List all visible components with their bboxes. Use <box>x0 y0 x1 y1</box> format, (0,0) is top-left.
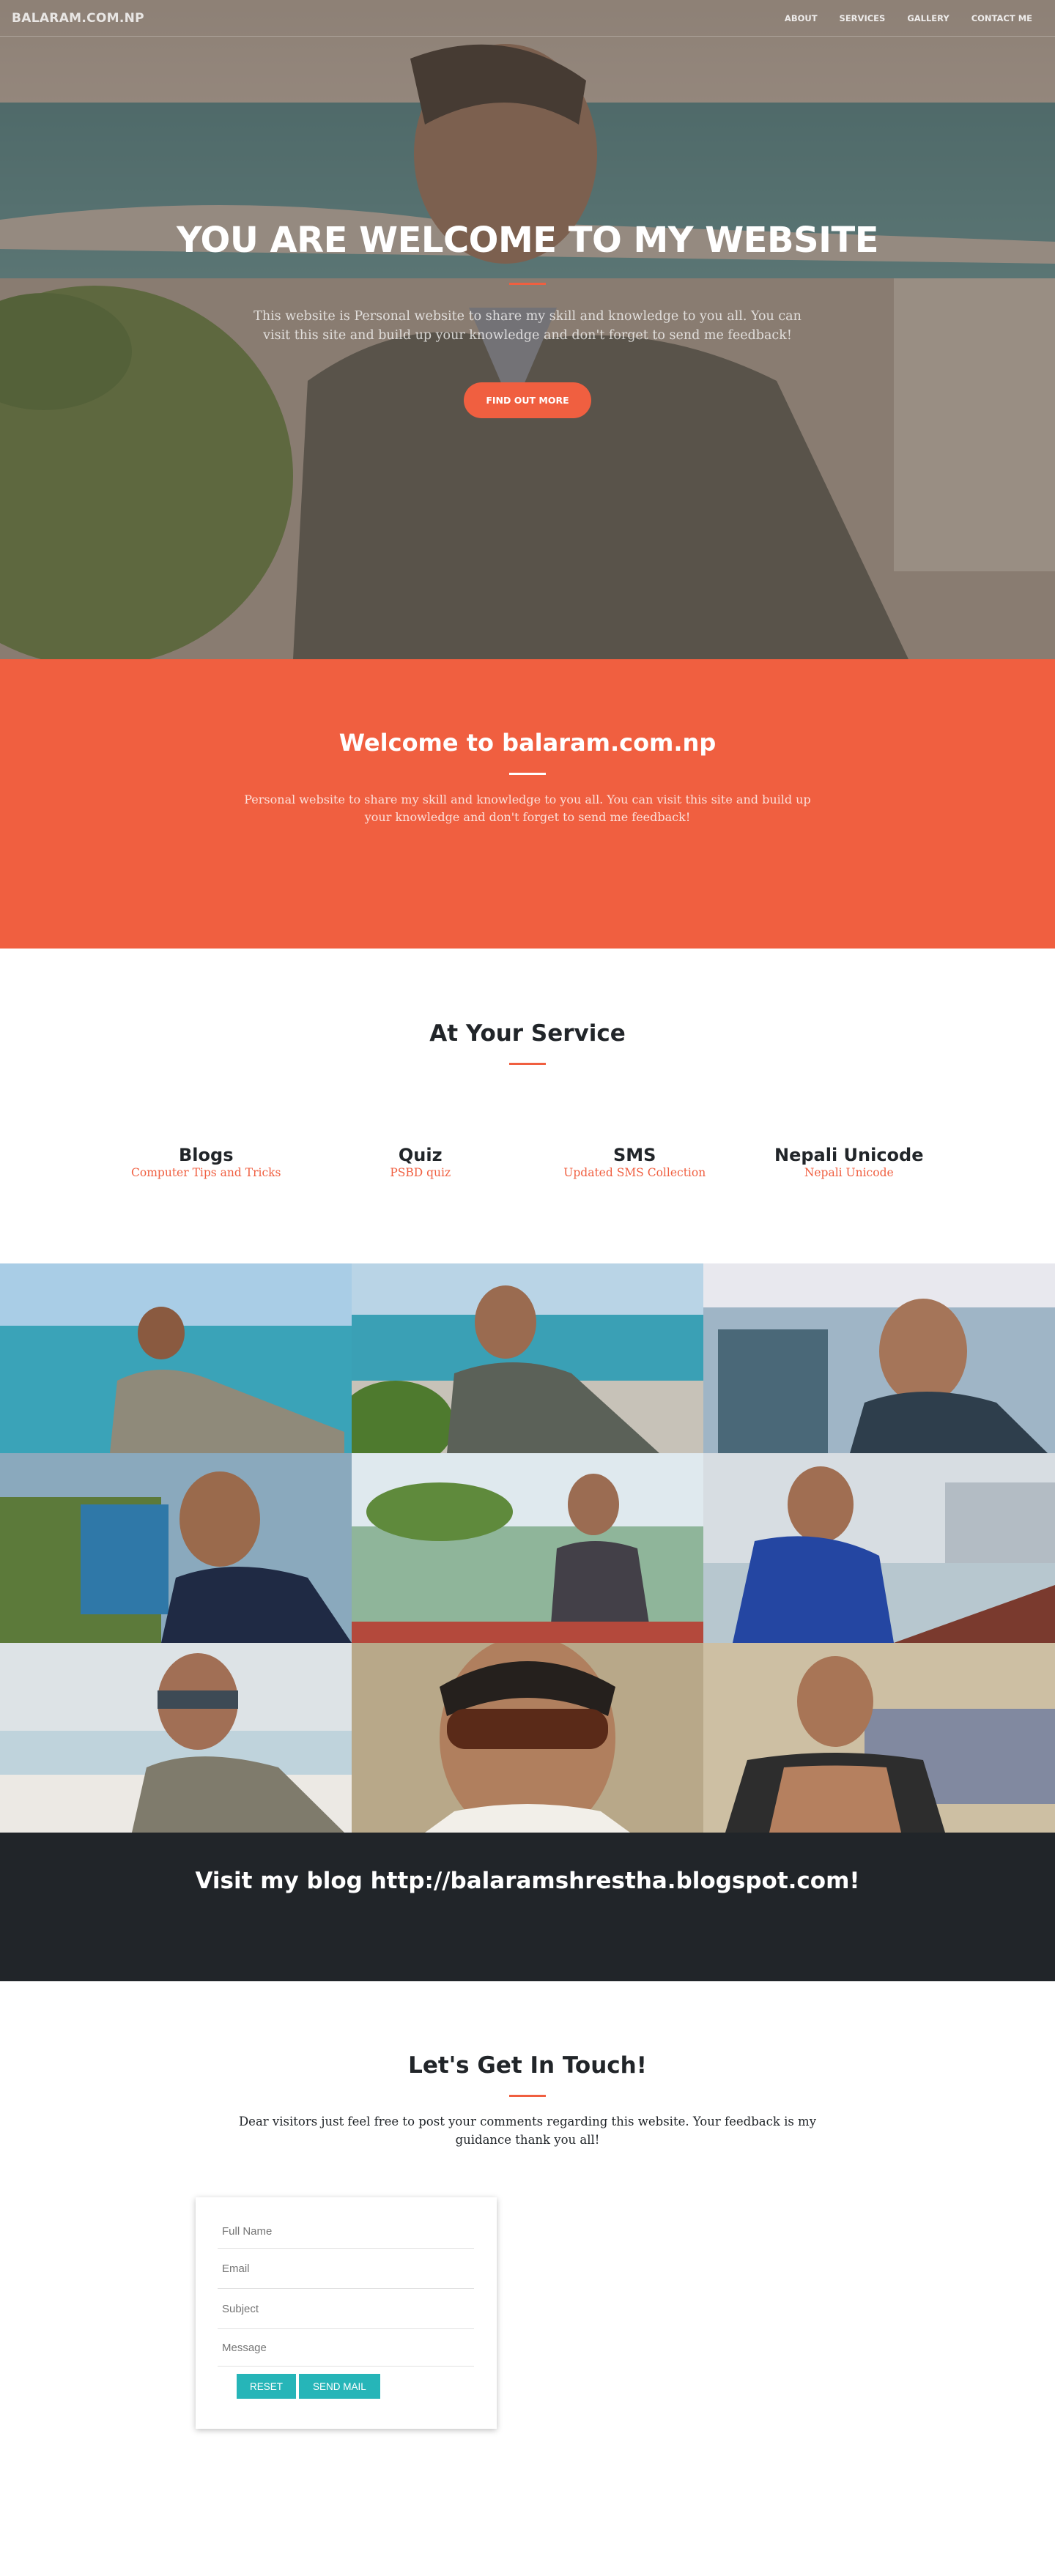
hero-divider <box>509 283 546 285</box>
find-out-more-button[interactable]: FIND OUT MORE <box>464 382 591 418</box>
service-item-blogs: Blogs Computer Tips and Tricks <box>99 1145 314 1179</box>
brand-link[interactable]: BALARAM.COM.NP <box>12 11 144 26</box>
gallery-photo-6[interactable] <box>703 1453 1055 1643</box>
contact-title: Let's Get In Touch! <box>408 2052 647 2079</box>
gallery-section <box>0 1263 1055 1833</box>
services-divider <box>509 1063 546 1065</box>
message-field[interactable]: Message <box>218 2329 474 2367</box>
blog-banner-section: Visit my blog http://balaramshrestha.blo… <box>0 1833 1055 1981</box>
hero-content: YOU ARE WELCOME TO MY WEBSITE This websi… <box>0 220 1055 418</box>
service-row: Blogs Computer Tips and Tricks Quiz PSBD… <box>99 1145 956 1179</box>
gallery-photo-4[interactable] <box>0 1453 352 1643</box>
service-item-sms: SMS Updated SMS Collection <box>528 1145 742 1179</box>
welcome-title: Welcome to balaram.com.np <box>338 729 717 757</box>
email-field[interactable]: Email <box>218 2249 474 2289</box>
contact-divider <box>509 2095 546 2097</box>
service-item-quiz: Quiz PSBD quiz <box>314 1145 528 1179</box>
full-name-field[interactable]: Full Name <box>218 2215 474 2249</box>
service-link[interactable]: Nepali Unicode <box>804 1166 894 1179</box>
service-link[interactable]: Updated SMS Collection <box>563 1166 706 1179</box>
send-mail-button[interactable]: SEND MAIL <box>299 2374 380 2399</box>
welcome-section: Welcome to balaram.com.np Personal websi… <box>0 659 1055 949</box>
hero-section: YOU ARE WELCOME TO MY WEBSITE This websi… <box>0 0 1055 659</box>
subject-field[interactable]: Subject <box>218 2289 474 2329</box>
nav-links: ABOUT SERVICES GALLERY CONTACT ME <box>774 13 1043 23</box>
reset-button[interactable]: RESET <box>237 2374 297 2399</box>
navbar: BALARAM.COM.NP ABOUT SERVICES GALLERY CO… <box>0 0 1055 37</box>
welcome-text: Personal website to share my skill and k… <box>244 793 811 824</box>
nav-link-about[interactable]: ABOUT <box>774 13 829 23</box>
nav-link-contact[interactable]: CONTACT ME <box>960 13 1043 23</box>
nav-link-services[interactable]: SERVICES <box>829 13 897 23</box>
services-section: At Your Service Blogs Computer Tips and … <box>0 949 1055 1263</box>
contact-text: Dear visitors just feel free to post you… <box>238 2115 817 2147</box>
contact-section: Let's Get In Touch! Dear visitors just f… <box>0 1981 1055 2576</box>
gallery-photo-7[interactable] <box>0 1643 352 1833</box>
service-link[interactable]: PSBD quiz <box>390 1166 451 1179</box>
form-buttons: RESET SEND MAIL <box>218 2374 473 2399</box>
gallery-photo-8[interactable] <box>352 1643 703 1833</box>
service-name: Blogs <box>179 1145 234 1165</box>
hero-title: YOU ARE WELCOME TO MY WEBSITE <box>176 220 879 261</box>
service-name: SMS <box>613 1145 656 1165</box>
hero-text: This website is Personal website to shar… <box>253 309 802 344</box>
gallery-photo-2[interactable] <box>352 1263 703 1453</box>
contact-form: Full Name Email Subject Message RESET SE… <box>196 2197 497 2429</box>
service-link[interactable]: Computer Tips and Tricks <box>131 1166 281 1179</box>
services-title: At Your Service <box>429 1020 626 1047</box>
gallery-photo-9[interactable] <box>703 1643 1055 1833</box>
nav-link-gallery[interactable]: GALLERY <box>896 13 960 23</box>
service-name: Quiz <box>398 1145 443 1165</box>
welcome-divider <box>509 773 546 775</box>
service-item-nepali-unicode: Nepali Unicode Nepali Unicode <box>742 1145 957 1179</box>
gallery-photo-5[interactable] <box>352 1453 703 1643</box>
gallery-photo-3[interactable] <box>703 1263 1055 1453</box>
service-name: Nepali Unicode <box>774 1145 924 1165</box>
blog-banner-text: Visit my blog http://balaramshrestha.blo… <box>195 1868 860 1894</box>
gallery-photo-1[interactable] <box>0 1263 352 1453</box>
